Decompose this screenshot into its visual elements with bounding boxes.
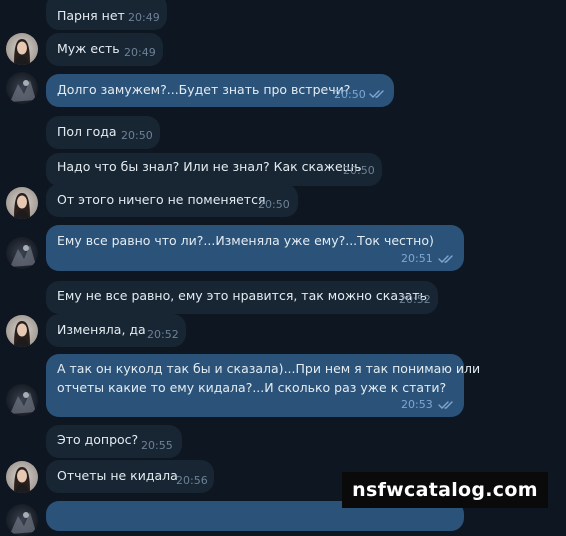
message-bubble[interactable]: Муж есть 20:49 bbox=[46, 33, 163, 66]
man-avatar-icon bbox=[6, 237, 38, 269]
message-time: 20:50 bbox=[121, 129, 153, 142]
watermark-label: nsfwcatalog.com bbox=[342, 472, 548, 508]
avatar[interactable] bbox=[6, 461, 38, 493]
message-text: Долго замужем?...Будет знать про встречи… bbox=[57, 82, 351, 97]
avatar[interactable] bbox=[6, 315, 38, 347]
message-time: 20:52 bbox=[147, 328, 179, 341]
message-time: 20:49 bbox=[128, 11, 160, 24]
message-time: 20:55 bbox=[141, 439, 173, 452]
avatar[interactable] bbox=[6, 187, 38, 219]
woman-avatar-icon bbox=[6, 33, 38, 65]
avatar[interactable] bbox=[6, 384, 38, 416]
man-avatar-icon bbox=[6, 384, 38, 416]
message-text: Ему все равно что ли?...Изменяла уже ему… bbox=[57, 233, 434, 248]
avatar[interactable] bbox=[6, 237, 38, 269]
woman-avatar-icon bbox=[6, 315, 38, 347]
woman-avatar-icon bbox=[6, 187, 38, 219]
message-bubble[interactable]: Это допрос? 20:55 bbox=[46, 425, 182, 458]
message-text: Парня нет bbox=[57, 8, 125, 23]
message-text: Ему не все равно, ему это нравится, так … bbox=[57, 288, 427, 303]
message-bubble[interactable]: Ему не все равно, ему это нравится, так … bbox=[46, 281, 438, 314]
message-time: 20:50 bbox=[334, 88, 366, 101]
message-bubble[interactable]: А так он куколд так бы и сказала)...При … bbox=[46, 354, 480, 417]
message-text: Пол года bbox=[57, 124, 117, 139]
message-time: 20:50 bbox=[258, 198, 290, 211]
message-bubble[interactable]: Парня нет 20:49 bbox=[46, 0, 167, 30]
avatar[interactable] bbox=[6, 33, 38, 65]
avatar[interactable] bbox=[6, 72, 38, 104]
message-time: 20:49 bbox=[124, 46, 156, 59]
message-time: 20:52 bbox=[399, 293, 431, 306]
double-check-icon bbox=[369, 90, 384, 98]
message-time: 20:53 bbox=[401, 398, 433, 411]
message-time: 20:56 bbox=[176, 474, 208, 487]
man-avatar-icon bbox=[6, 72, 38, 104]
message-bubble[interactable]: Изменяла, да 20:52 bbox=[46, 314, 186, 347]
chat-area[interactable]: Парня нет 20:49 Муж есть 20:49 Долго зам… bbox=[0, 0, 566, 536]
message-text: Это допрос? bbox=[57, 432, 139, 447]
message-time: 20:50 bbox=[343, 164, 375, 177]
double-check-icon bbox=[438, 255, 453, 263]
woman-avatar-icon bbox=[6, 461, 38, 493]
double-check-icon bbox=[438, 401, 453, 409]
message-bubble[interactable]: Надо что бы знал? Или не знал? Как скаже… bbox=[46, 153, 382, 186]
message-bubble[interactable]: Ему все равно что ли?...Изменяла уже ему… bbox=[46, 225, 464, 271]
avatar[interactable] bbox=[6, 504, 38, 536]
message-bubble[interactable]: Пол года 20:50 bbox=[46, 116, 160, 149]
message-text: А так он куколд так бы и сказала)...При … bbox=[57, 361, 481, 376]
message-bubble[interactable]: Долго замужем?...Будет знать про встречи… bbox=[46, 74, 394, 107]
message-text: Муж есть bbox=[57, 41, 120, 56]
message-text: Надо что бы знал? Или не знал? Как скаже… bbox=[57, 159, 362, 174]
man-avatar-icon bbox=[6, 504, 38, 536]
message-text: От этого ничего не поменяется bbox=[57, 192, 266, 207]
message-bubble[interactable]: От этого ничего не поменяется 20:50 bbox=[46, 184, 298, 217]
message-text: Изменяла, да bbox=[57, 322, 146, 337]
message-bubble[interactable]: Отчеты не кидала 20:56 bbox=[46, 460, 214, 493]
message-time: 20:51 bbox=[401, 252, 433, 265]
message-text: отчеты какие то ему кидала?...И сколько … bbox=[57, 380, 447, 395]
message-text: Отчеты не кидала bbox=[57, 468, 178, 483]
